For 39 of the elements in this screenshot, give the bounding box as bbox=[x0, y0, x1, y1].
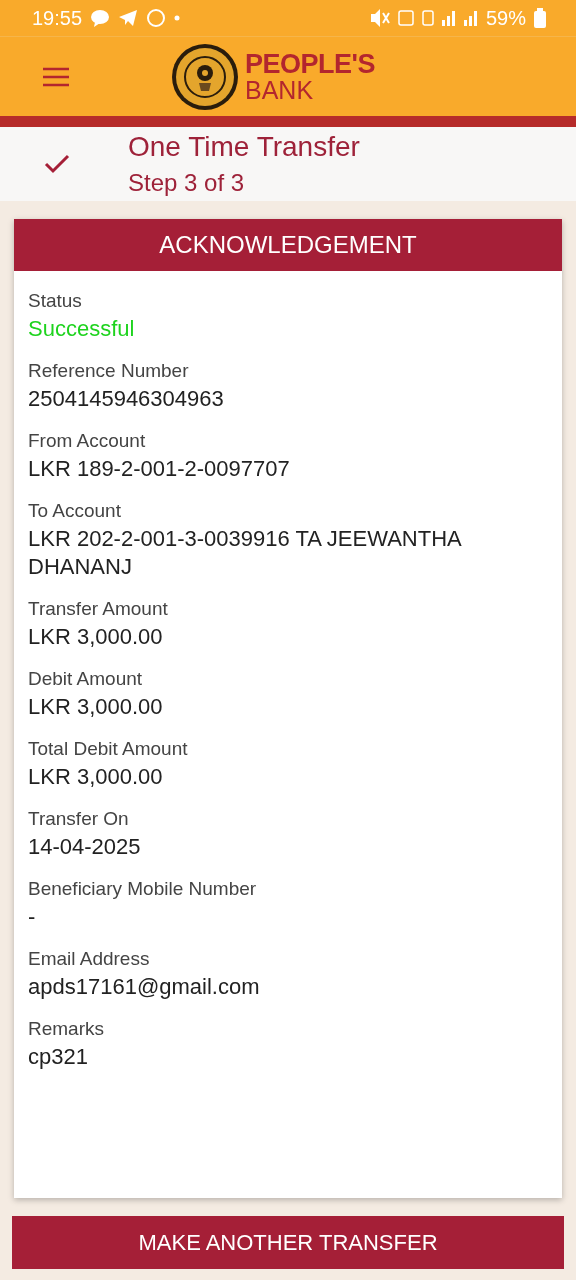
brand-name: BANK bbox=[245, 77, 315, 103]
field-label: Email Address bbox=[28, 947, 151, 971]
signal-icon bbox=[441, 10, 456, 26]
brand-name: PEOPLE'S bbox=[245, 50, 375, 78]
signal-icon bbox=[463, 10, 478, 26]
field-value: LKR 3,000.00 bbox=[28, 623, 164, 651]
field-label: Beneficiary Mobile Number bbox=[28, 877, 258, 901]
field-label: Status bbox=[28, 289, 83, 313]
paper-plane-icon bbox=[118, 9, 139, 27]
field-value: Successful bbox=[28, 315, 136, 343]
field-label: Transfer Amount bbox=[28, 597, 169, 621]
field-value: LKR 202-2-001-3-0039916 TA JEEWANTHA DHANANJ bbox=[28, 525, 463, 581]
field-label: Reference Number bbox=[28, 359, 190, 383]
field-value: 2504145946304963 bbox=[28, 385, 225, 413]
field-label: Transfer On bbox=[28, 807, 130, 831]
field-value: apds17161@gmail.com bbox=[28, 973, 261, 1001]
clock-time: 19:55 bbox=[32, 6, 83, 30]
step-subtitle: Step 3 of 3 bbox=[128, 168, 246, 198]
field-value: LKR 3,000.00 bbox=[28, 763, 164, 791]
battery-percent: 59% bbox=[485, 6, 526, 30]
make-another-transfer-button[interactable]: MAKE ANOTHER TRANSFER bbox=[12, 1216, 564, 1269]
battery-icon bbox=[534, 8, 546, 28]
field-label: Total Debit Amount bbox=[28, 737, 189, 761]
field-label: Remarks bbox=[28, 1017, 105, 1041]
field-value: cp321 bbox=[28, 1043, 89, 1071]
field-value: - bbox=[28, 903, 37, 931]
seal-icon bbox=[171, 42, 239, 111]
dot-icon bbox=[174, 15, 181, 21]
field-label: To Account bbox=[28, 499, 122, 523]
field-value: LKR 189-2-001-2-0097707 bbox=[28, 455, 291, 483]
menu-icon bbox=[42, 66, 70, 87]
field-value: LKR 3,000.00 bbox=[28, 693, 164, 721]
chat-bubble-icon bbox=[90, 8, 111, 28]
card-title: ACKNOWLEDGEMENT bbox=[14, 219, 562, 271]
muted-speaker-icon bbox=[369, 9, 390, 27]
field-label: From Account bbox=[28, 429, 147, 453]
field-label: Debit Amount bbox=[28, 667, 144, 691]
field-value: 14-04-2025 bbox=[28, 833, 142, 861]
step-title: One Time Transfer bbox=[128, 130, 360, 164]
